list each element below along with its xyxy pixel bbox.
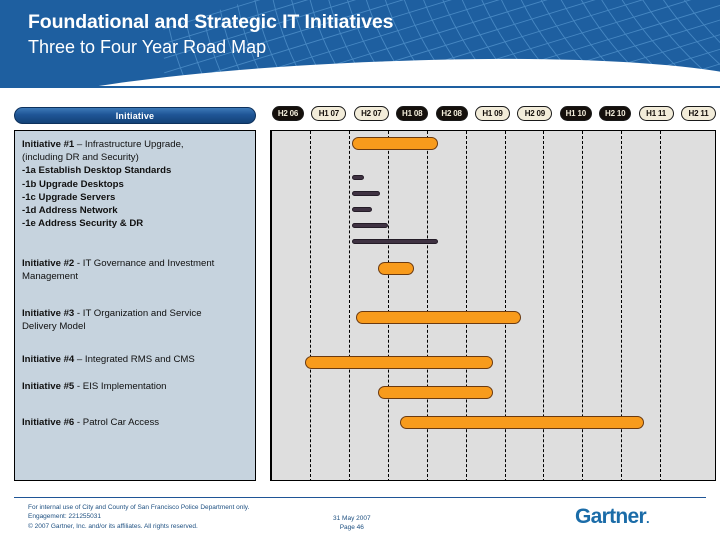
initiative-1-line-5: -1d Address Network [22, 204, 254, 217]
gridline-9 [660, 131, 662, 480]
initiative-1-line-5-bold: -1d Address Network [22, 205, 118, 217]
timeline-period-h2-10: H2 10 [599, 106, 632, 121]
footer-engagement: Engagement: 221255031 [28, 513, 102, 521]
gartner-logo-dot: . [645, 511, 650, 526]
timeline-period-h1-10: H1 10 [559, 106, 592, 121]
gantt-bar-initiative-1a [352, 175, 364, 180]
page-subtitle: Three to Four Year Road Map [28, 37, 267, 57]
timeline-period-h2-07: H2 07 [353, 106, 389, 121]
timeline-period-h2-06: H2 06 [272, 106, 304, 121]
initiative-4-line-0-bold: Initiative #4 [22, 354, 75, 365]
timeline-period-h1-08: H1 08 [396, 106, 429, 121]
footer-page-number: Page 46 [339, 524, 364, 532]
timeline-period-h2-08: H2 08 [435, 106, 468, 121]
initiative-3-line-0-bold: Initiative #3 [22, 308, 75, 319]
initiative-6-line-0: Initiative #6 - Patrol Car Access [22, 417, 160, 428]
initiative-1-line-3-bold: -1b Upgrade Desktops [22, 178, 124, 190]
initiative-1-line-4: -1c Upgrade Servers [22, 191, 254, 204]
footer-divider [14, 497, 706, 498]
footer-legal-block: For internal use of City and County of S… [28, 503, 249, 531]
initiative-3-label: Initiative #3 - IT Organization and Serv… [22, 307, 254, 333]
initiative-2-line-0: Initiative #2 - IT Governance and Invest… [22, 258, 215, 269]
initiative-6-label: Initiative #6 - Patrol Car Access [22, 416, 254, 429]
gantt-bar-initiative-1c [352, 207, 372, 212]
gantt-bar-initiative-6 [400, 416, 644, 429]
footer-copyright: © 2007 Gartner, Inc. and/or its affiliat… [28, 522, 198, 530]
timeline-axis: H2 06 H1 07 H2 07 H1 08 H2 08 H1 09 H2 09 H1 10… [272, 106, 716, 125]
gantt-bar-initiative-1d [352, 223, 388, 228]
initiative-1-line-1: (including DR and Security) [22, 152, 139, 164]
initiative-1-line-2: -1a Establish Desktop Standards [22, 164, 254, 177]
initiative-1-line-2-bold: -1a Establish Desktop Standards [22, 165, 172, 177]
gantt-bar-initiative-5 [378, 386, 493, 399]
initiative-5-label: Initiative #5 - EIS Implementation [22, 380, 254, 393]
footer-date-page-block: 31 May 2007 Page 46 [333, 514, 371, 533]
initiative-column-header-label: Initiative [115, 110, 155, 121]
initiative-3-line-0: Initiative #3 - IT Organization and Serv… [22, 308, 202, 319]
timeline-period-h2-09: H2 09 [517, 106, 553, 121]
footer-date: 31 May 2007 [333, 515, 371, 522]
initiative-1-line-0: Initiative #1 – Infrastructure Upgrade, [22, 139, 184, 150]
gantt-bar-initiative-3 [356, 311, 521, 324]
gantt-bar-initiative-1e [352, 239, 438, 244]
timeline-period-h1-09: H1 09 [475, 106, 510, 121]
initiative-list-panel: Initiative #1 – Infrastructure Upgrade, (… [14, 130, 256, 481]
timeline-period-h1-07: H1 07 [311, 106, 347, 121]
gridline-2 [387, 131, 389, 480]
initiative-6-line-0-bold: Initiative #6 [22, 417, 75, 428]
banner-underline [0, 86, 720, 88]
gantt-bar-initiative-1 [352, 137, 438, 150]
gantt-chart-panel [270, 130, 716, 481]
initiative-1-label: Initiative #1 – Infrastructure Upgrade, (… [22, 138, 254, 230]
title-banner: Foundational and Strategic IT Initiative… [0, 0, 720, 88]
title-block: Foundational and Strategic IT Initiative… [28, 11, 393, 59]
gantt-bar-initiative-2 [378, 262, 414, 275]
initiative-2-label: Initiative #2 - IT Governance and Invest… [22, 257, 254, 283]
initiative-2-line-0-bold: Initiative #2 [22, 258, 75, 269]
initiative-2-line-1: Management [22, 271, 78, 283]
initiative-4-label: Initiative #4 – Integrated RMS and CMS [22, 353, 254, 366]
initiative-5-line-0-bold: Initiative #5 [22, 381, 75, 392]
initiative-column-header: Initiative [14, 107, 256, 124]
gartner-logo: Gartner. [575, 505, 650, 530]
initiative-5-line-0: Initiative #5 - EIS Implementation [22, 381, 167, 392]
gantt-bar-initiative-1b [352, 191, 380, 196]
gantt-bar-initiative-4 [305, 356, 493, 369]
gridline-1 [348, 131, 350, 480]
initiative-3-line-1: Delivery Model [22, 321, 86, 333]
gridline-0 [310, 131, 311, 480]
gartner-logo-text: Gartner [575, 505, 647, 528]
page-title: Foundational and Strategic IT Initiative… [28, 11, 394, 33]
initiative-4-line-0: Initiative #4 – Integrated RMS and CMS [22, 354, 195, 365]
initiative-1-line-6-bold: -1e Address Security & DR [22, 218, 144, 230]
initiative-1-line-4-bold: -1c Upgrade Servers [22, 191, 116, 203]
initiative-1-line-6: -1e Address Security & DR [22, 217, 254, 230]
footer-internal-use: For internal use of City and County of S… [28, 504, 250, 511]
timeline-period-h1-11: H1 11 [638, 106, 674, 121]
initiative-1-line-0-bold: Initiative #1 [22, 139, 75, 150]
initiative-1-line-3: -1b Upgrade Desktops [22, 178, 254, 191]
timeline-period-h2-11: H2 11 [681, 106, 716, 121]
